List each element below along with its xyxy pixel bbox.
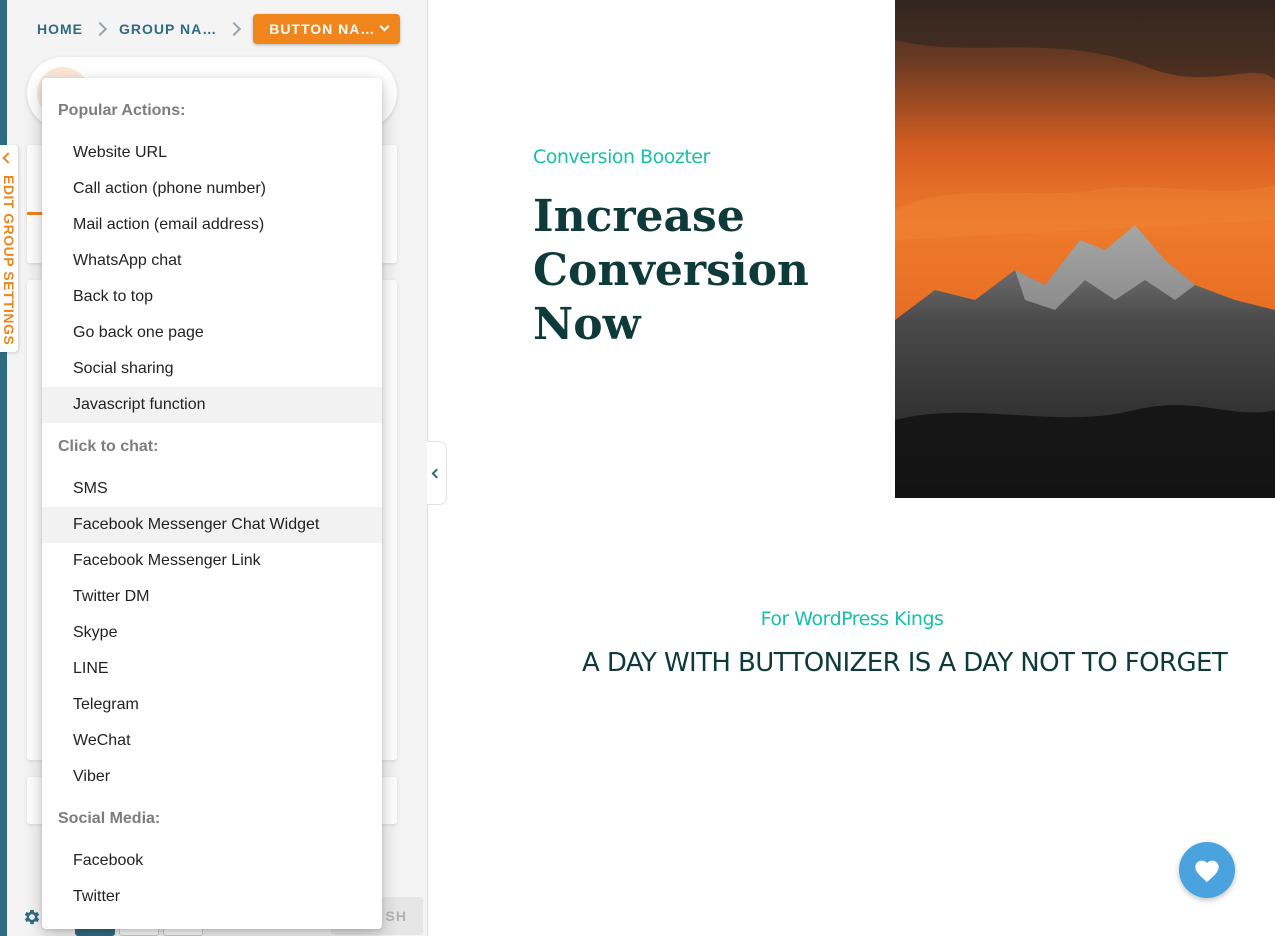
dropdown-item[interactable]: Twitter [42,879,382,915]
dropdown-item[interactable]: WhatsApp chat [42,243,382,279]
chevron-left-icon [431,468,442,479]
chevron-right-icon [92,21,108,37]
dropdown-group-label: Social Media: [58,810,161,827]
dropdown-item[interactable]: WeChat [42,723,382,759]
breadcrumb: HOME GROUP NA… BUTTON NA… [37,14,401,44]
dropdown-item[interactable]: Telegram [42,687,382,723]
breadcrumb-home[interactable]: HOME [37,21,83,37]
dropdown-item[interactable]: Back to top [42,279,382,315]
edit-group-settings-label: EDIT GROUP SETTINGS [1,175,17,346]
dropdown-item[interactable]: Social sharing [42,351,382,387]
hero-title: Increase Conversion Now [533,190,833,352]
breadcrumb-group[interactable]: GROUP NA… [119,21,217,37]
breadcrumb-button-dropdown[interactable]: BUTTON NA… [253,14,401,44]
edit-group-settings-tab[interactable]: EDIT GROUP SETTINGS [0,145,18,352]
chevron-down-icon [379,21,390,32]
dropdown-item-highlighted[interactable]: Facebook Messenger Chat Widget [42,507,382,543]
dropdown-group-label: Click to chat: [58,438,159,455]
hero-title-line: Now [533,299,641,350]
dropdown-item[interactable]: LINE [42,651,382,687]
dropdown-item[interactable]: Viber [42,759,382,795]
dropdown-item[interactable]: Website URL [42,135,382,171]
heart-icon [1195,860,1219,883]
hero-title-line: Increase [533,191,745,242]
dropdown-item[interactable]: Facebook [42,843,382,879]
dropdown-item-highlighted[interactable]: Javascript function [42,387,382,423]
dropdown-item[interactable]: Facebook Messenger Link [42,543,382,579]
hero-mountain-image [895,0,1275,498]
collapse-panel-handle[interactable] [427,441,447,505]
dropdown-item[interactable]: SMS [42,471,382,507]
dropdown-group-label: Popular Actions: [58,102,186,119]
dropdown-item[interactable]: Go back one page [42,315,382,351]
gear-icon[interactable] [22,907,42,927]
section-tagline: A DAY WITH BUTTONIZER IS A DAY NOT TO FO… [582,648,1228,678]
breadcrumb-button-label: BUTTON NA… [269,21,376,37]
dropdown-item[interactable]: Mail action (email address) [42,207,382,243]
hero-eyebrow: Conversion Boozter [533,146,710,168]
buttonizer-floating-button[interactable] [1179,842,1235,898]
chevron-left-icon [2,152,14,164]
chevron-right-icon [227,21,242,37]
action-dropdown-menu: Popular Actions: Website URL Call action… [42,78,382,929]
sidebar-accent-strip [0,0,7,936]
dropdown-item[interactable]: Call action (phone number) [42,171,382,207]
section-eyebrow: For WordPress Kings [760,608,944,630]
hero-title-line: Conversion [533,245,809,296]
